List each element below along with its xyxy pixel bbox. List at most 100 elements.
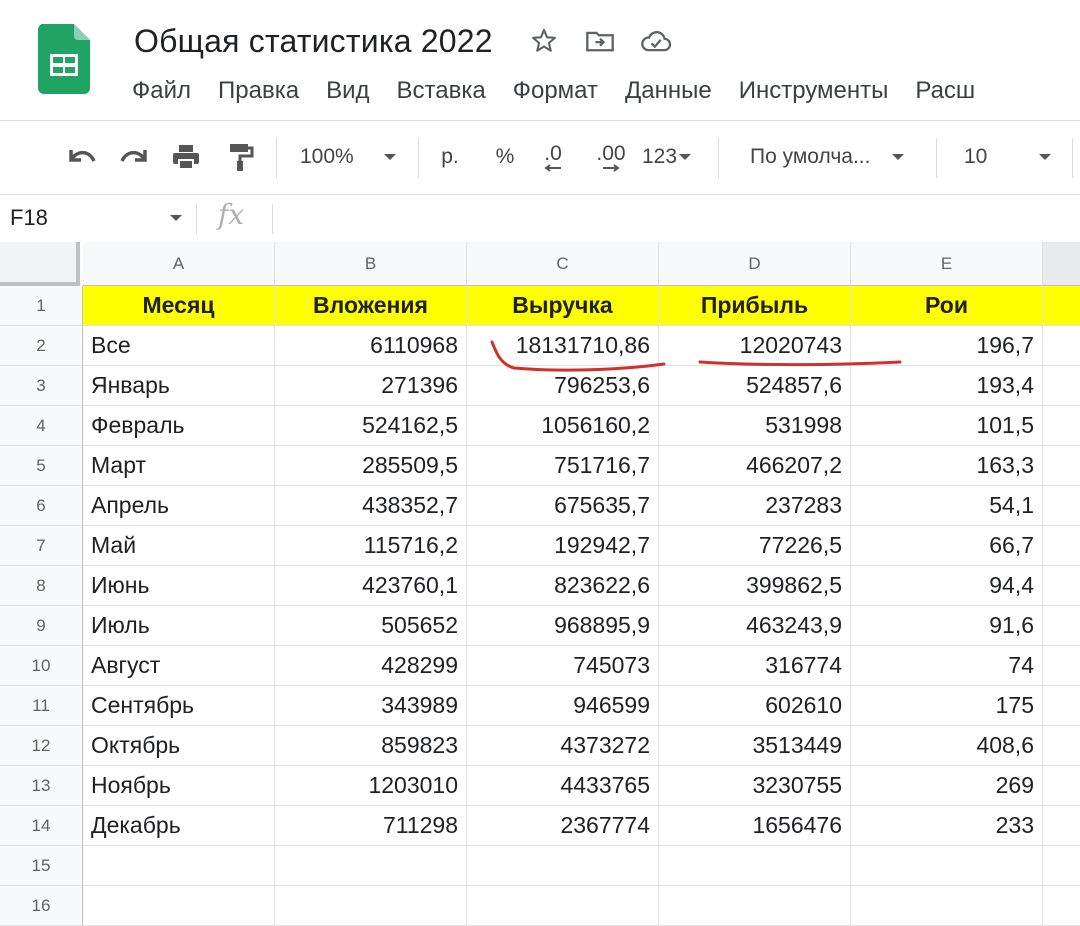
row-header-8[interactable]: 8 <box>0 566 83 606</box>
cell-roi[interactable] <box>851 846 1043 886</box>
row-header-16[interactable]: 16 <box>0 886 83 926</box>
cell-revenue-header[interactable]: Выручка <box>467 286 659 326</box>
menu-edit[interactable]: Правка <box>218 77 299 105</box>
cell-investment[interactable]: 428299 <box>275 646 467 686</box>
cell-revenue[interactable]: 4433765 <box>467 766 659 806</box>
cell-revenue[interactable]: 1056160,2 <box>467 406 659 446</box>
decrease-decimals-button[interactable]: .0 <box>534 136 572 178</box>
cell-month[interactable]: Май <box>83 526 275 566</box>
cell-investment-header[interactable]: Вложения <box>275 286 467 326</box>
cell-month[interactable]: Сентябрь <box>83 686 275 726</box>
column-header-b[interactable]: B <box>275 242 467 286</box>
cell-f[interactable] <box>1043 606 1080 646</box>
cell-profit[interactable]: 237283 <box>659 486 851 526</box>
cell-f[interactable] <box>1043 566 1080 606</box>
cell-investment[interactable]: 1203010 <box>275 766 467 806</box>
cell-month[interactable]: Апрель <box>83 486 275 526</box>
cell-revenue[interactable]: 745073 <box>467 646 659 686</box>
column-header-e[interactable]: E <box>851 242 1043 286</box>
row-header-4[interactable]: 4 <box>0 406 83 446</box>
name-box[interactable]: F18 <box>10 202 186 234</box>
cell-investment[interactable]: 6110968 <box>275 326 467 366</box>
row-header-2[interactable]: 2 <box>0 326 83 366</box>
cell-month[interactable]: Ноябрь <box>83 766 275 806</box>
cell-investment[interactable]: 524162,5 <box>275 406 467 446</box>
font-family-select[interactable]: По умолча... <box>750 136 922 178</box>
cell-revenue[interactable]: 4373272 <box>467 726 659 766</box>
cell-month[interactable]: Июнь <box>83 566 275 606</box>
column-header-a[interactable]: A <box>83 242 275 286</box>
cell-month[interactable] <box>83 846 275 886</box>
cell-investment[interactable] <box>275 886 467 926</box>
cell-f[interactable] <box>1043 886 1080 926</box>
more-formats-select[interactable]: 123 <box>642 136 708 178</box>
row-header-5[interactable]: 5 <box>0 446 83 486</box>
cell-profit[interactable]: 3513449 <box>659 726 851 766</box>
cell-roi[interactable]: 233 <box>851 806 1043 846</box>
document-title[interactable]: Общая статистика 2022 <box>134 23 493 60</box>
menu-extensions[interactable]: Расш <box>915 77 975 105</box>
row-header-15[interactable]: 15 <box>0 846 83 886</box>
cell-investment[interactable] <box>275 846 467 886</box>
cell-roi[interactable]: 101,5 <box>851 406 1043 446</box>
cell-f[interactable] <box>1043 366 1080 406</box>
row-header-10[interactable]: 10 <box>0 646 83 686</box>
cell-investment[interactable]: 859823 <box>275 726 467 766</box>
cloud-saved-icon[interactable] <box>639 24 673 58</box>
column-header-d[interactable]: D <box>659 242 851 286</box>
cell-profit[interactable] <box>659 886 851 926</box>
cell-roi[interactable]: 163,3 <box>851 446 1043 486</box>
cell-f[interactable] <box>1043 646 1080 686</box>
cell-profit[interactable]: 12020743 <box>659 326 851 366</box>
cell-f[interactable] <box>1043 446 1080 486</box>
cell-revenue[interactable]: 192942,7 <box>467 526 659 566</box>
cell-investment[interactable]: 711298 <box>275 806 467 846</box>
cell-investment[interactable]: 505652 <box>275 606 467 646</box>
font-size-select[interactable]: 10 <box>964 136 1064 178</box>
cell-roi[interactable]: 91,6 <box>851 606 1043 646</box>
cell-profit[interactable]: 602610 <box>659 686 851 726</box>
increase-decimals-button[interactable]: .00 <box>588 136 634 178</box>
column-header-c[interactable]: C <box>467 242 659 286</box>
cell-f[interactable] <box>1043 726 1080 766</box>
undo-icon[interactable] <box>60 136 102 178</box>
menu-tools[interactable]: Инструменты <box>739 77 889 105</box>
cell-revenue[interactable]: 946599 <box>467 686 659 726</box>
percent-format-button[interactable]: % <box>490 136 520 178</box>
cell-month-header[interactable]: Месяц <box>83 286 275 326</box>
cell-roi[interactable]: 269 <box>851 766 1043 806</box>
cell-f[interactable] <box>1043 526 1080 566</box>
cell-month[interactable]: Январь <box>83 366 275 406</box>
cell-profit[interactable]: 77226,5 <box>659 526 851 566</box>
cell-profit[interactable] <box>659 846 851 886</box>
cell-roi[interactable] <box>851 886 1043 926</box>
row-header-6[interactable]: 6 <box>0 486 83 526</box>
row-header-13[interactable]: 13 <box>0 766 83 806</box>
cell-investment[interactable]: 423760,1 <box>275 566 467 606</box>
select-all-corner[interactable] <box>0 242 80 286</box>
cell-month[interactable]: Все <box>83 326 275 366</box>
cell-profit[interactable]: 466207,2 <box>659 446 851 486</box>
cell-month[interactable]: Февраль <box>83 406 275 446</box>
cell-month[interactable]: Август <box>83 646 275 686</box>
cell-profit[interactable]: 524857,6 <box>659 366 851 406</box>
cell-revenue[interactable]: 751716,7 <box>467 446 659 486</box>
cell-revenue[interactable]: 823622,6 <box>467 566 659 606</box>
cell-profit[interactable]: 531998 <box>659 406 851 446</box>
cell-month[interactable] <box>83 886 275 926</box>
zoom-select[interactable]: 100% <box>300 136 406 178</box>
menu-file[interactable]: Файл <box>132 77 191 105</box>
row-header-9[interactable]: 9 <box>0 606 83 646</box>
cell-profit-header[interactable]: Прибыль <box>659 286 851 326</box>
menu-format[interactable]: Формат <box>513 77 598 105</box>
cell-roi-header[interactable]: Рои <box>851 286 1043 326</box>
formula-input[interactable] <box>284 202 1068 236</box>
cell-roi[interactable]: 66,7 <box>851 526 1043 566</box>
row-header-7[interactable]: 7 <box>0 526 83 566</box>
cell-profit[interactable]: 3230755 <box>659 766 851 806</box>
cell-investment[interactable]: 438352,7 <box>275 486 467 526</box>
spreadsheet-grid[interactable]: A B C D E 1 2 3 4 5 6 7 8 9 10 11 12 13 14 15 16 Месяц Вложени… <box>0 242 1080 926</box>
cell-month[interactable]: Июль <box>83 606 275 646</box>
cell-roi[interactable]: 193,4 <box>851 366 1043 406</box>
cell-roi[interactable]: 408,6 <box>851 726 1043 766</box>
